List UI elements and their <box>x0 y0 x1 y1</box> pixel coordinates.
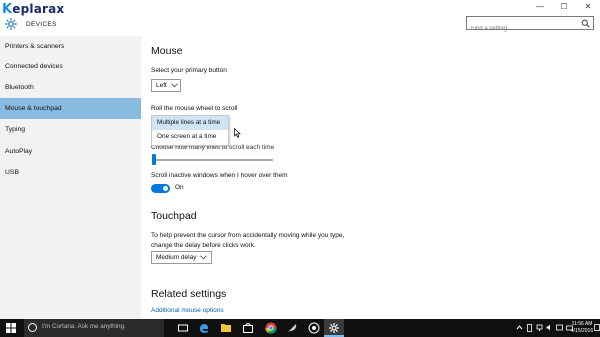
lines-slider-thumb[interactable] <box>152 154 156 165</box>
search-input[interactable] <box>467 23 577 35</box>
sidebar: Printers & scanners Connected devices Bl… <box>0 36 141 319</box>
scroll-option-multiple-lines[interactable]: Multiple lines at a time <box>152 116 228 130</box>
media-app-icon[interactable] <box>308 322 320 334</box>
clock-date: 4/15/2016 <box>570 328 594 334</box>
cortana-placeholder: I'm Cortana. Ask me anything. <box>42 323 126 330</box>
taskbar: I'm Cortana. Ask me anything. 11:56 AM 4… <box>0 319 600 337</box>
maximize-button[interactable]: ☐ <box>552 0 576 14</box>
mouse-cursor-icon <box>234 128 241 138</box>
gear-icon <box>5 18 17 30</box>
related-settings-heading: Related settings <box>151 288 227 300</box>
action-center-icon[interactable] <box>594 323 600 333</box>
task-view-icon[interactable] <box>177 322 189 334</box>
settings-content: Mouse Select your primary button Left Ro… <box>141 36 600 319</box>
search-box[interactable] <box>466 16 594 35</box>
sidebar-item-typing[interactable]: Typing <box>0 119 141 140</box>
inactive-scroll-toggle[interactable] <box>151 184 170 193</box>
system-tray <box>516 323 573 332</box>
lines-slider-track[interactable] <box>153 159 273 161</box>
feather-app-icon[interactable] <box>286 322 298 334</box>
battery-icon[interactable] <box>526 323 533 332</box>
primary-button-label: Select your primary button <box>151 67 227 74</box>
chrome-icon[interactable] <box>265 322 277 334</box>
cortana-icon <box>28 323 37 332</box>
chevron-down-icon <box>200 255 208 260</box>
inactive-scroll-state: On <box>175 184 184 191</box>
file-explorer-icon[interactable] <box>220 322 232 334</box>
edge-browser-icon[interactable] <box>198 322 210 334</box>
touchpad-delay-dropdown[interactable]: Medium delay <box>151 251 212 264</box>
sidebar-item-bluetooth[interactable]: Bluetooth <box>0 77 141 98</box>
inactive-scroll-label: Scroll inactive windows when I hover ove… <box>151 172 288 179</box>
cortana-search-box[interactable]: I'm Cortana. Ask me anything. <box>24 319 164 337</box>
sidebar-item-printers[interactable]: Printers & scanners <box>0 36 141 57</box>
taskbar-clock[interactable]: 11:56 AM 4/15/2016 <box>570 321 594 335</box>
chevron-down-icon <box>170 83 178 88</box>
mouse-heading: Mouse <box>151 45 183 57</box>
primary-button-value: Left <box>156 82 167 89</box>
minimize-button[interactable]: — <box>528 0 552 14</box>
store-icon[interactable] <box>242 322 254 334</box>
touchpad-description: To help prevent the cursor from accident… <box>151 232 345 249</box>
sidebar-item-usb[interactable]: USB <box>0 162 141 183</box>
touchpad-delay-value: Medium delay <box>156 254 197 261</box>
scroll-wheel-label: Roll the mouse wheel to scroll <box>151 105 238 112</box>
window-controls: — ☐ ✕ <box>528 0 600 14</box>
primary-button-dropdown[interactable]: Left <box>151 79 181 92</box>
clock-time: 11:56 AM <box>571 321 593 327</box>
chevron-up-icon[interactable] <box>516 323 523 332</box>
scroll-mode-dropdown-menu: Multiple lines at a time One screen at a… <box>151 115 229 146</box>
page-title: DEVICES <box>26 20 57 28</box>
scroll-option-one-screen[interactable]: One screen at a time <box>152 130 228 144</box>
settings-gear-icon <box>329 323 339 333</box>
toggle-knob <box>163 186 168 191</box>
sidebar-item-mouse-touchpad[interactable]: Mouse & touchpad <box>0 98 141 119</box>
sidebar-item-autoplay[interactable]: AutoPlay <box>0 141 141 162</box>
additional-mouse-options-link[interactable]: Additional mouse options <box>151 307 224 314</box>
network-icon[interactable] <box>536 323 543 332</box>
sidebar-item-connected-devices[interactable]: Connected devices <box>0 56 141 77</box>
keplarax-logo: Keplarax <box>2 2 65 17</box>
touchpad-heading: Touchpad <box>151 210 197 222</box>
close-button[interactable]: ✕ <box>576 0 600 14</box>
volume-icon[interactable] <box>546 323 553 332</box>
title-bar: Keplarax — ☐ ✕ DEVICES <box>0 0 600 36</box>
devices-header: DEVICES <box>4 17 57 31</box>
search-icon[interactable] <box>581 19 590 28</box>
windows-start-icon[interactable] <box>6 323 16 333</box>
language-icon[interactable] <box>556 323 563 332</box>
settings-taskbar-button[interactable] <box>324 319 344 337</box>
